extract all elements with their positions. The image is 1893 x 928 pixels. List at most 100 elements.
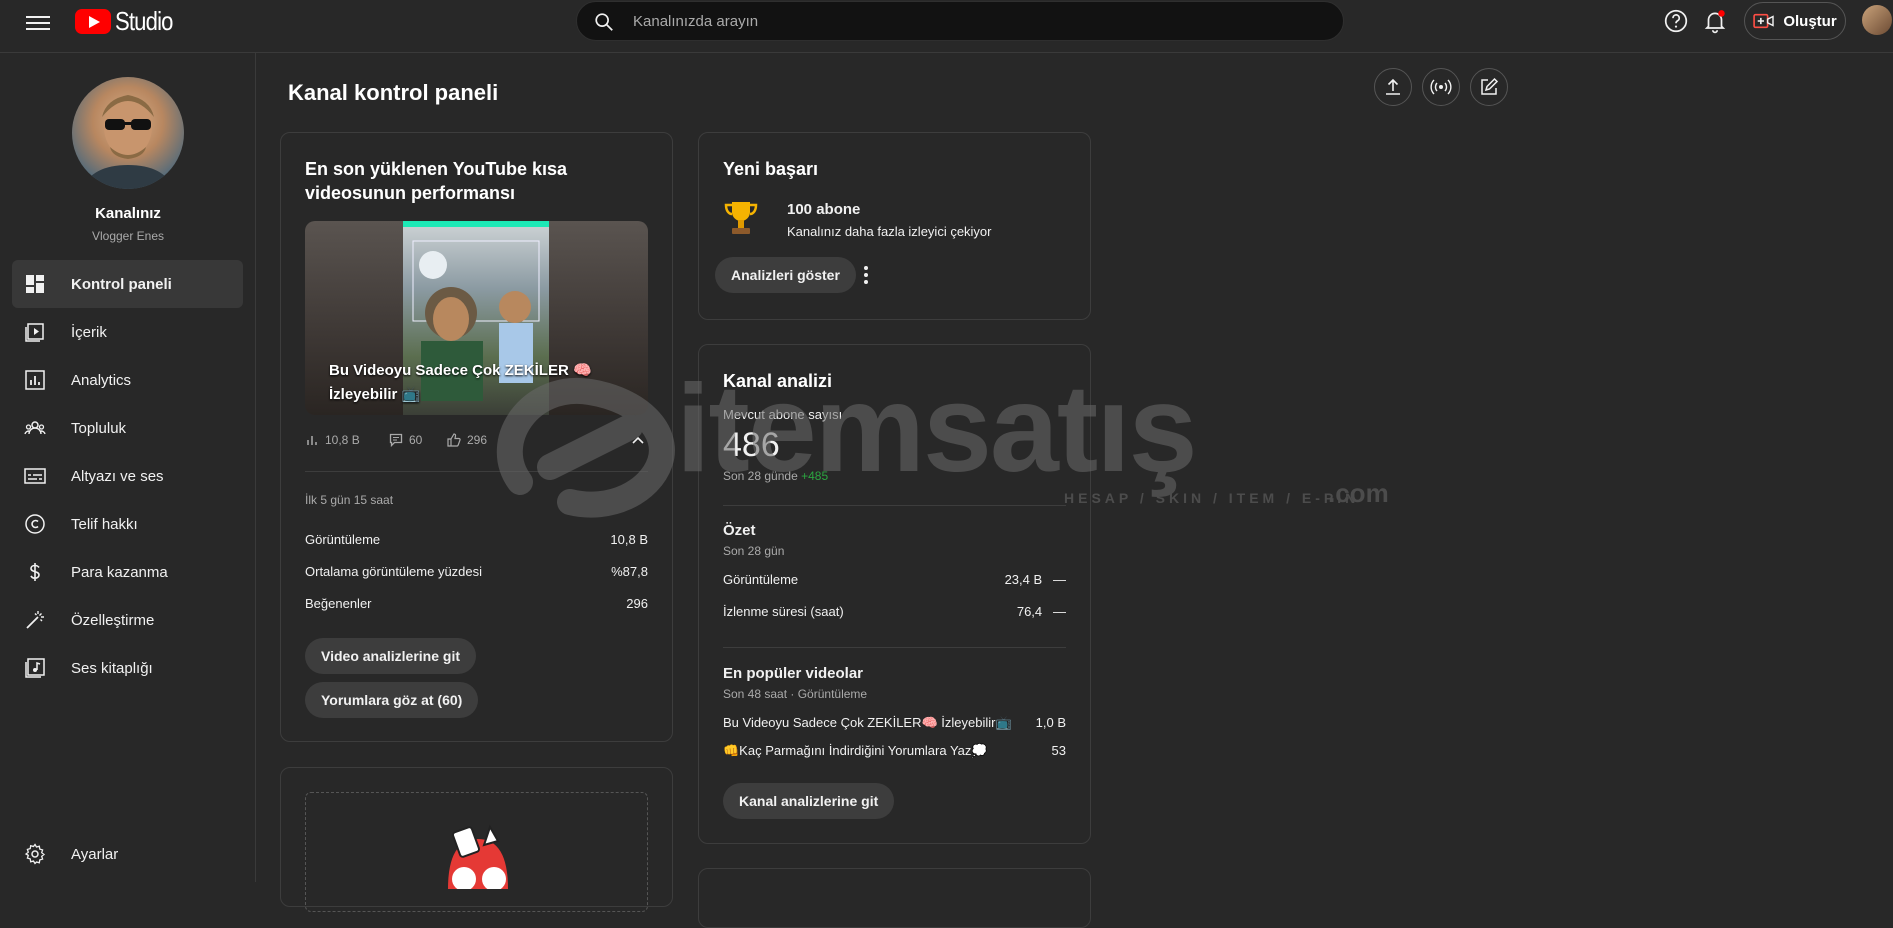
menu-icon[interactable] [26, 12, 50, 36]
content-icon [25, 323, 44, 342]
magic-wand-icon [26, 611, 44, 629]
sidebar-item-monetization[interactable]: Para kazanma [12, 548, 243, 596]
create-label: Oluştur [1783, 12, 1837, 30]
gear-icon [24, 843, 46, 865]
subscribers-period: Son 28 günde +485 [723, 469, 828, 483]
youtube-studio-logo[interactable]: Studio [75, 5, 183, 36]
divider [305, 471, 648, 472]
sidebar-item-customization[interactable]: Özelleştirme [12, 596, 243, 644]
trophy-icon [724, 202, 758, 234]
card-title: En son yüklenen YouTube kısa videosunun … [305, 159, 568, 203]
summary-value-group: 23,4 B — [1005, 572, 1066, 592]
channel-analytics-card: Kanal analizi Mevcut abone sayısı 486 So… [698, 344, 1091, 844]
likes-count: 296 [467, 433, 488, 447]
go-live-button[interactable] [1422, 68, 1460, 106]
sidebar: Kanalınız Vlogger Enes Kontrol paneli İç… [0, 53, 256, 882]
sidebar-item-label: İçerik [71, 323, 107, 341]
next-card [698, 868, 1091, 928]
top-video-row[interactable]: 👊Kaç Parmağını İndirdiğini Yorumlara Yaz… [723, 743, 1066, 763]
search-box[interactable]: Kanalınızda arayın [576, 1, 1344, 41]
summary-row: Görüntüleme 23,4 B — [723, 572, 1066, 592]
channel-handle: Vlogger Enes [91, 229, 165, 243]
sidebar-item-label: Ses kitaplığı [71, 659, 153, 677]
upload-button[interactable] [1374, 68, 1412, 106]
top-videos-period: Son 48 saat · Görüntüleme [723, 687, 868, 701]
upload-icon [1386, 78, 1400, 95]
edit-icon [1481, 77, 1499, 95]
sidebar-item-copyright[interactable]: Telif hakkı [12, 500, 243, 548]
dashboard-icon [26, 275, 44, 293]
audio-library-icon [25, 658, 45, 678]
notifications-icon[interactable] [1702, 8, 1728, 34]
likes-stat: 296 [447, 433, 487, 447]
top-video-title[interactable]: Bu Videoyu Sadece Çok ZEKİLER🧠 İzleyebil… [723, 715, 1012, 735]
youtube-logo-icon [75, 8, 111, 34]
divider [723, 505, 1066, 506]
sidebar-item-audio-library[interactable]: Ses kitaplığı [12, 644, 243, 692]
search-input[interactable]: Kanalınızda arayın [633, 13, 758, 30]
metric-value: 10,8 B [610, 532, 648, 547]
summary-label: İzlenme süresi (saat) [723, 604, 844, 619]
sidebar-item-subtitles[interactable]: Altyazı ve ses [12, 452, 243, 500]
help-icon[interactable] [1663, 8, 1689, 34]
sidebar-item-label: Özelleştirme [71, 611, 155, 629]
sidebar-item-analytics[interactable]: Analytics [12, 356, 243, 404]
comment-icon [389, 433, 403, 447]
dollar-icon [30, 563, 40, 581]
summary-trend: — [1053, 604, 1066, 619]
metric-row: Beğenenler 296 [305, 596, 648, 616]
illustration-icon [448, 824, 508, 889]
account-avatar[interactable] [1862, 5, 1892, 35]
summary-period: Son 28 gün [723, 544, 785, 558]
channel-avatar[interactable] [72, 77, 184, 189]
sidebar-item-dashboard[interactable]: Kontrol paneli [12, 260, 243, 308]
logo-text: Studio [115, 5, 173, 36]
view-comments-button[interactable]: Yorumlara göz at (60) [305, 682, 479, 718]
channel-analytics-button[interactable]: Kanal analizlerine git [723, 783, 895, 819]
subtitles-icon [24, 468, 46, 484]
summary-row: İzlenme süresi (saat) 76,4 — [723, 604, 1066, 624]
sidebar-item-label: Kontrol paneli [71, 275, 172, 293]
card-title: Kanal analizi [723, 371, 833, 391]
period-label: İlk 5 gün 15 saat [305, 493, 394, 507]
summary-title: Özet [723, 522, 756, 539]
chevron-up-icon[interactable] [631, 434, 645, 446]
community-icon [24, 421, 46, 435]
create-video-icon [1753, 13, 1775, 29]
summary-value: 23,4 B [1004, 572, 1043, 587]
top-bar: Studio Kanalınızda arayın Oluştur [0, 0, 1893, 53]
comments-stat: 60 [389, 433, 422, 447]
achievement-subline: Kanalınız daha fazla izleyici çekiyor [787, 224, 992, 239]
sidebar-item-settings[interactable]: Ayarlar [12, 830, 243, 878]
sidebar-item-community[interactable]: Topluluk [12, 404, 243, 452]
watermark-subtext: HESAP / SKIN / ITEM / E-PIN [1064, 490, 1360, 506]
summary-label: Görüntüleme [723, 572, 799, 587]
more-vert-icon[interactable] [863, 265, 869, 285]
create-button[interactable]: Oluştur [1744, 2, 1846, 40]
summary-value-group: 76,4 — [1017, 604, 1066, 624]
analytics-icon [25, 370, 45, 390]
achievement-headline: 100 abone [787, 201, 861, 218]
thumbnail-caption: Bu Videoyu Sadece Çok ZEKİLER 🧠 İzleyebi… [329, 362, 592, 403]
short-thumbnail[interactable]: Bu Videoyu Sadece Çok ZEKİLER 🧠 İzleyebi… [305, 221, 648, 415]
sidebar-item-content[interactable]: İçerik [12, 308, 243, 356]
top-videos-title: En popüler videolar [723, 665, 864, 682]
thumbs-up-icon [447, 433, 461, 447]
page-title: Kanal kontrol paneli [288, 80, 499, 105]
show-analytics-button[interactable]: Analizleri göster [715, 257, 856, 293]
metric-value: 296 [626, 596, 648, 611]
channel-name: Kanalınız [95, 205, 161, 222]
top-video-title[interactable]: 👊Kaç Parmağını İndirdiğini Yorumlara Yaz… [723, 743, 988, 763]
comments-count: 60 [409, 433, 423, 447]
divider [723, 647, 1066, 648]
subscribers-delta: +485 [801, 469, 829, 483]
upload-dropzone[interactable] [305, 792, 648, 912]
video-analytics-button[interactable]: Video analizlerine git [305, 638, 477, 674]
watermark-dotcom: .com [1328, 478, 1389, 508]
views-count: 10,8 B [325, 433, 360, 447]
sidebar-item-label: Para kazanma [71, 563, 168, 581]
top-video-row[interactable]: Bu Videoyu Sadece Çok ZEKİLER🧠 İzleyebil… [723, 715, 1066, 735]
live-icon [1430, 79, 1452, 95]
create-post-button[interactable] [1470, 68, 1508, 106]
metric-label: Beğenenler [305, 596, 372, 611]
